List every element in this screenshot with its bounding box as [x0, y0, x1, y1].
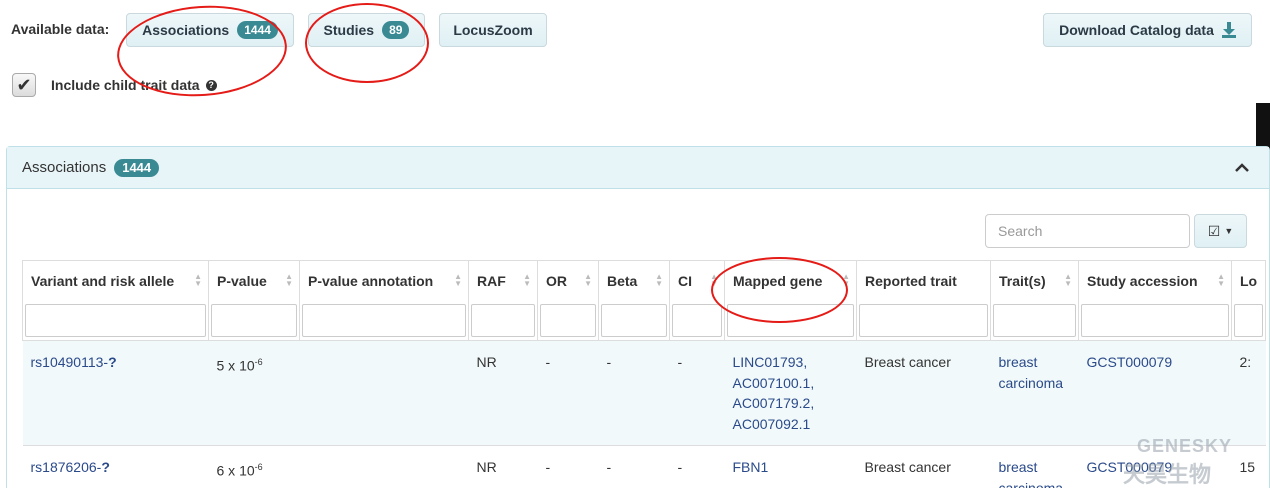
panel-count-badge: 1444: [114, 158, 160, 177]
pvalue-base: 5 x 10: [216, 357, 255, 374]
trait-link[interactable]: breast: [999, 352, 1071, 373]
filter-input-ci[interactable]: [672, 303, 722, 337]
column-toggle-button[interactable]: ☑ ▼: [1194, 214, 1247, 248]
trait-link[interactable]: breast: [999, 457, 1071, 478]
filter-input-pvalue[interactable]: [211, 303, 297, 337]
sort-icon: ▲ ▼: [1064, 272, 1072, 288]
column-header-traits[interactable]: Trait(s) ▲ ▼: [990, 260, 1079, 301]
trait-link[interactable]: carcinoma: [999, 478, 1071, 488]
risk-allele: ?: [108, 354, 117, 370]
sort-icon: ▲ ▼: [285, 272, 293, 288]
annotation-circle-mapped-gene: [711, 257, 848, 323]
study-accession-link[interactable]: GCST000079: [1087, 354, 1173, 370]
collapse-chevron-icon[interactable]: [1235, 159, 1249, 175]
raf-cell: NR: [468, 445, 538, 488]
or-cell: -: [537, 340, 599, 446]
pvalue-annotation-cell: [299, 340, 469, 446]
sort-icon: ▲ ▼: [1217, 272, 1225, 288]
mapped-gene-link[interactable]: AC007179.2,: [733, 393, 849, 414]
caret-down-icon: ▼: [1224, 226, 1234, 236]
download-icon: [1221, 22, 1236, 38]
filter-input-study-accession[interactable]: [1081, 303, 1229, 337]
beta-cell: -: [598, 445, 670, 488]
mapped-gene-link[interactable]: AC007100.1,: [733, 373, 849, 394]
location-cell: 15: [1231, 445, 1266, 488]
sort-icon: ▲ ▼: [655, 272, 663, 288]
associations-table: Variant and risk allele ▲ ▼ P-value ▲ ▼ P-va…: [22, 260, 1267, 488]
watermark-line2: 天昊生物: [1123, 462, 1212, 487]
locuszoom-button-label: LocusZoom: [453, 22, 533, 38]
filter-input-reported-trait[interactable]: [859, 303, 988, 337]
reported-trait-cell: Breast cancer: [856, 340, 991, 446]
sort-icon: ▲ ▼: [194, 272, 202, 288]
sort-icon: ▲ ▼: [584, 272, 592, 288]
risk-allele: ?: [101, 459, 110, 475]
check-circle-icon: ☑: [1207, 222, 1221, 239]
sort-icon: ▲ ▼: [523, 272, 531, 288]
filter-input-pvalue-annotation[interactable]: [302, 303, 466, 337]
include-child-trait-checkbox[interactable]: ✔: [12, 73, 36, 97]
associations-panel-header[interactable]: Associations 1444: [7, 147, 1269, 189]
pvalue-annotation-cell: [299, 445, 469, 488]
table-row: rs1876206-? 6 x 10-6 NR - - - FBN1 Breas…: [22, 445, 1266, 488]
pvalue-exponent: -6: [254, 357, 263, 367]
pvalue-exponent: -6: [254, 462, 263, 472]
location-cell: 2:: [1231, 340, 1266, 446]
column-header-reported-trait[interactable]: Reported trait: [856, 260, 991, 301]
watermark-logo: GENESKY 天昊生物: [1095, 436, 1232, 488]
trait-link[interactable]: carcinoma: [999, 373, 1071, 394]
column-header-study-accession[interactable]: Study accession ▲ ▼: [1078, 260, 1232, 301]
mapped-gene-link[interactable]: FBN1: [733, 457, 849, 478]
variant-link[interactable]: rs1876206-: [31, 459, 102, 475]
pvalue-base: 6 x 10: [216, 462, 255, 479]
ci-cell: -: [669, 445, 725, 488]
watermark-line1: GENESKY: [1137, 436, 1233, 456]
ci-cell: -: [669, 340, 725, 446]
annotation-circle-studies: [305, 3, 429, 83]
column-header-beta[interactable]: Beta ▲ ▼: [598, 260, 670, 301]
beta-cell: -: [598, 340, 670, 446]
filter-input-beta[interactable]: [601, 303, 667, 337]
sort-icon: ▲ ▼: [454, 272, 462, 288]
panel-title: Associations: [22, 159, 107, 176]
or-cell: -: [537, 445, 599, 488]
mapped-gene-link[interactable]: LINC01793,: [733, 352, 849, 373]
mapped-gene-link[interactable]: AC007092.1: [733, 414, 849, 435]
column-header-location[interactable]: Lo: [1230, 260, 1267, 301]
filter-input-traits[interactable]: [993, 303, 1076, 337]
variant-link[interactable]: rs10490113-: [31, 354, 109, 370]
download-catalog-button[interactable]: Download Catalog data: [1043, 13, 1252, 47]
search-placeholder: Search: [998, 223, 1043, 239]
column-header-pvalue-annotation[interactable]: P-value annotation ▲ ▼: [299, 260, 469, 301]
column-header-variant[interactable]: Variant and risk allele ▲ ▼: [22, 260, 209, 301]
column-header-or[interactable]: OR ▲ ▼: [537, 260, 599, 301]
filter-input-variant[interactable]: [25, 303, 206, 337]
available-data-label: Available data:: [11, 21, 110, 37]
column-header-pvalue[interactable]: P-value ▲ ▼: [208, 260, 300, 301]
raf-cell: NR: [468, 340, 538, 446]
filter-row: [22, 300, 1267, 341]
filter-input-or[interactable]: [540, 303, 596, 337]
filter-input-location[interactable]: [1234, 303, 1264, 337]
locuszoom-button[interactable]: LocusZoom: [439, 13, 547, 47]
search-input[interactable]: Search: [985, 214, 1190, 248]
table-header-row: Variant and risk allele ▲ ▼ P-value ▲ ▼ P-va…: [22, 260, 1267, 301]
download-button-label: Download Catalog data: [1059, 22, 1214, 38]
table-row: rs10490113-? 5 x 10-6 NR - - - LINC01793…: [22, 340, 1266, 446]
reported-trait-cell: Breast cancer: [856, 445, 991, 488]
column-header-raf[interactable]: RAF ▲ ▼: [468, 260, 538, 301]
filter-input-raf[interactable]: [471, 303, 535, 337]
